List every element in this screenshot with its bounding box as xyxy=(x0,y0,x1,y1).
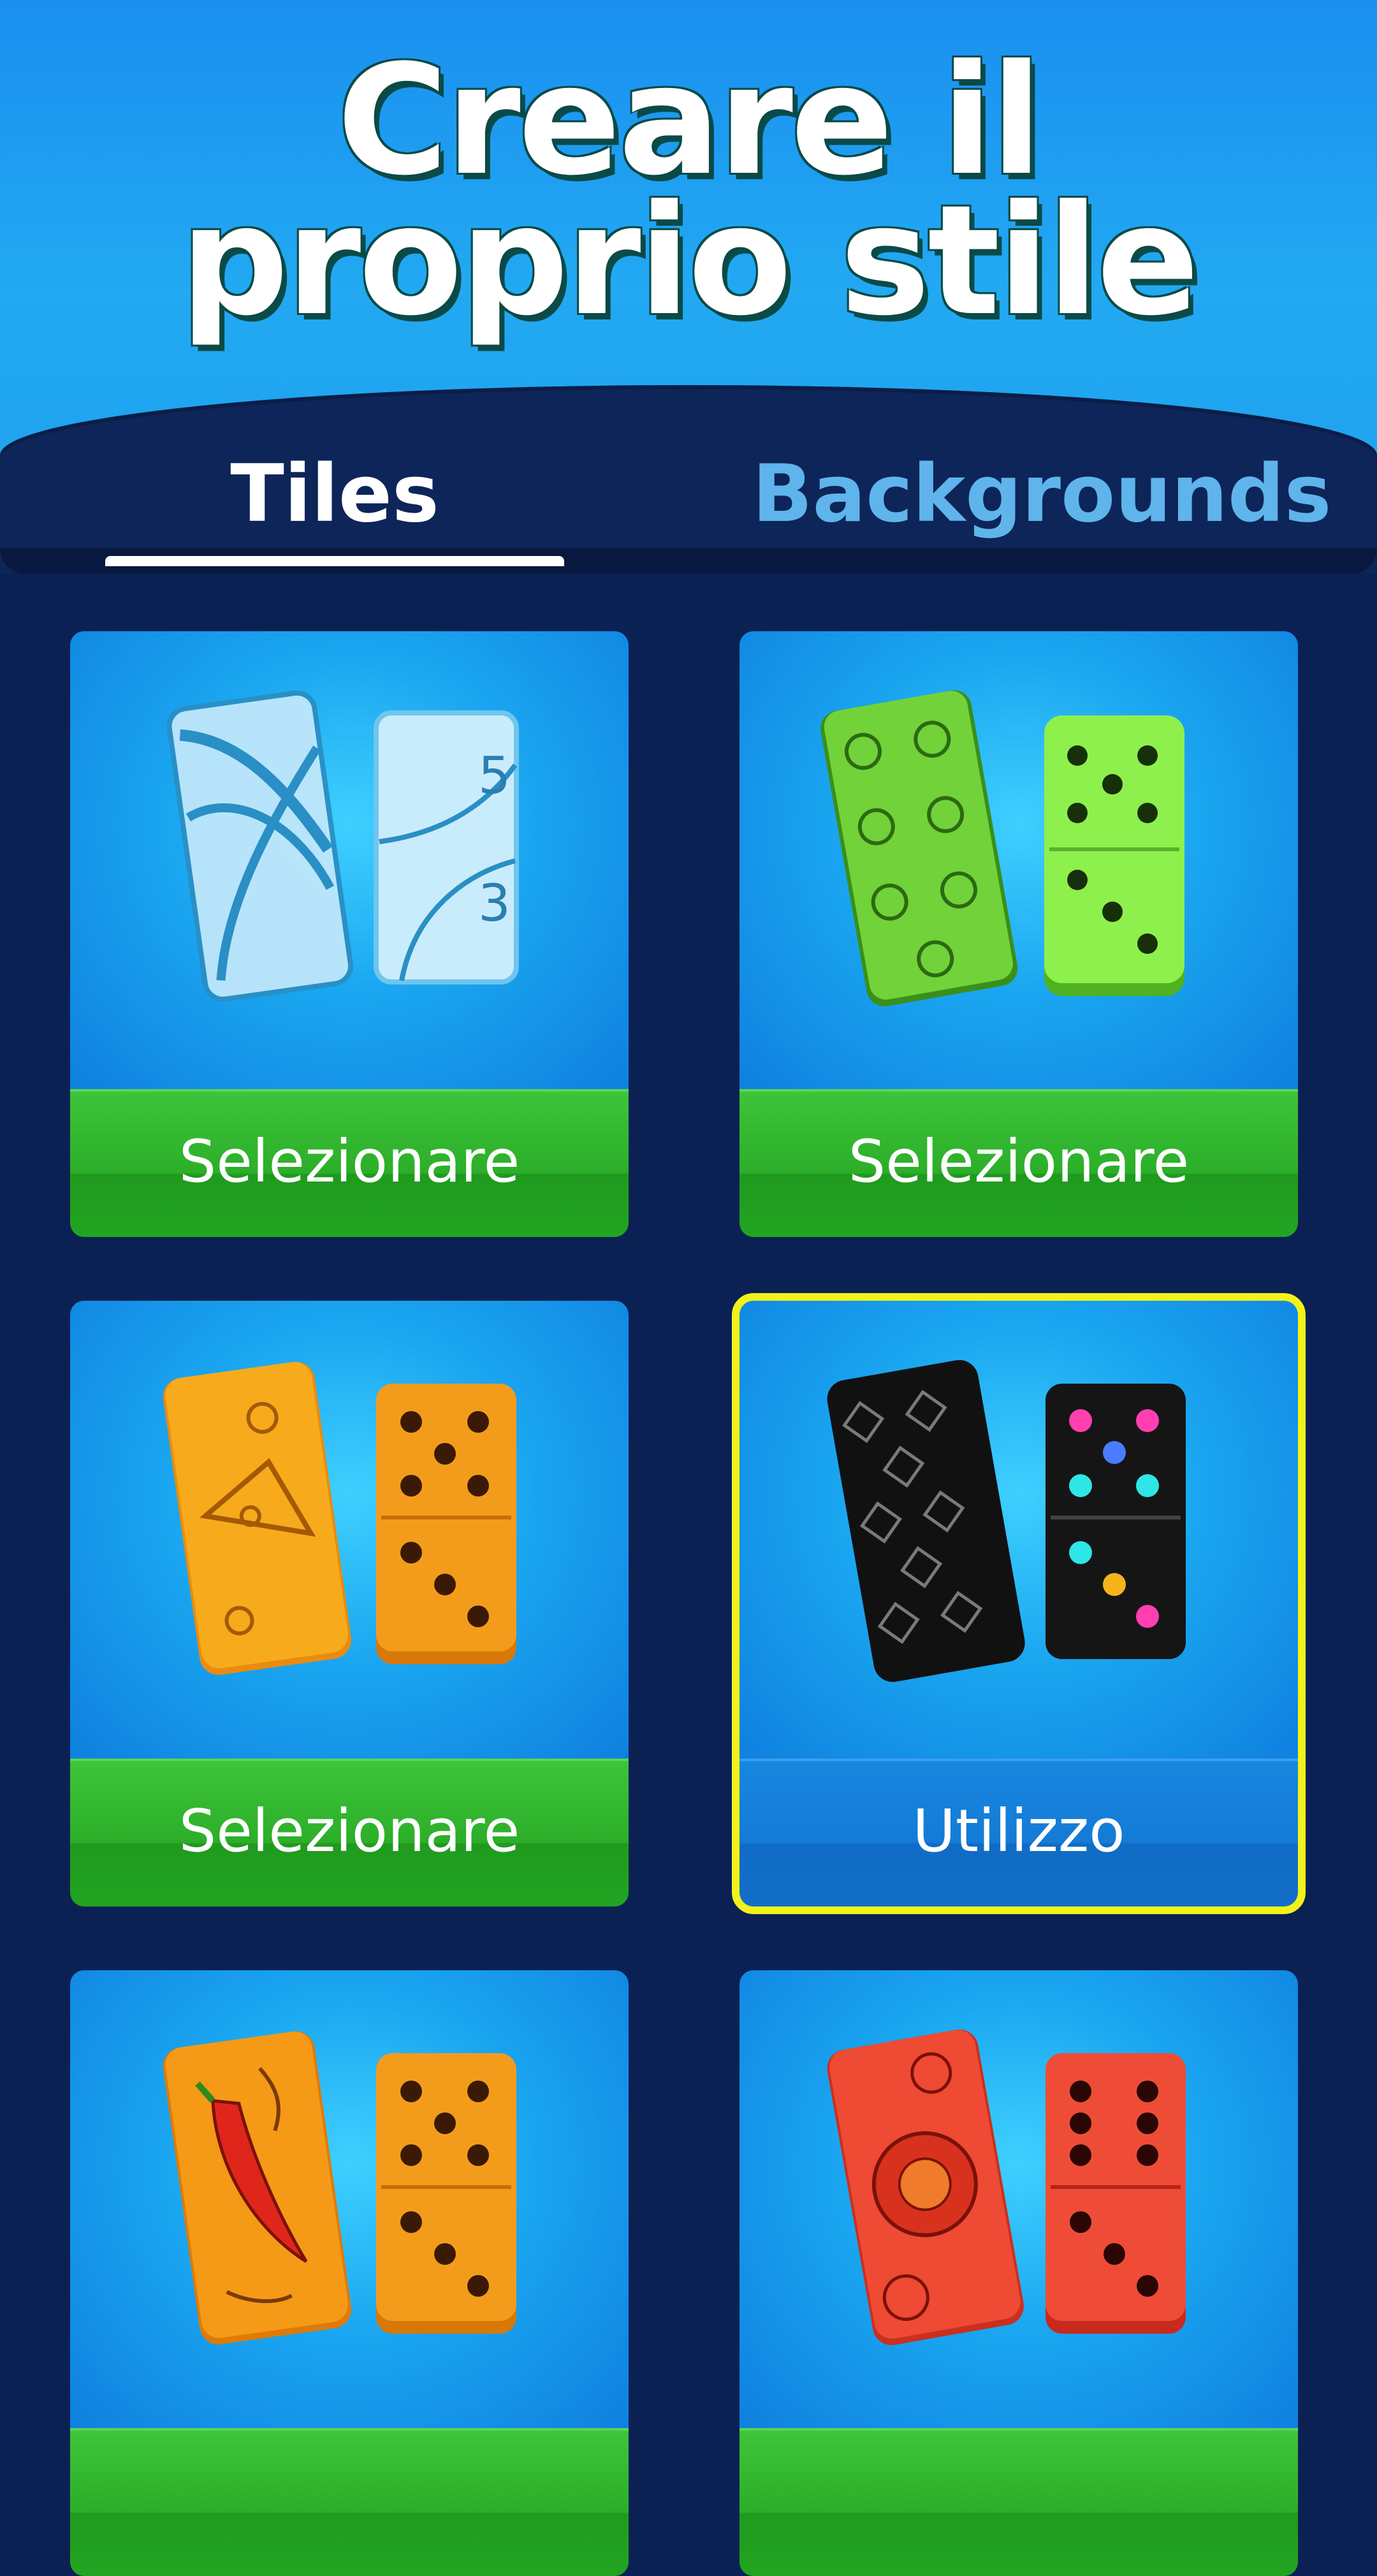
active-tab-indicator xyxy=(105,556,564,566)
tile-card-tomato[interactable] xyxy=(740,1970,1298,2576)
use-button[interactable]: Utilizzo xyxy=(740,1759,1298,1906)
pip-number-top: 5 xyxy=(478,746,511,805)
domino-chili-icon xyxy=(163,2031,516,2345)
tile-card-green[interactable]: Selezionare xyxy=(740,631,1298,1237)
tab-tiles[interactable]: Tiles xyxy=(102,446,567,542)
domino-black-icon xyxy=(827,1359,1186,1682)
title-line-2: proprio stile xyxy=(180,173,1200,349)
tab-backgrounds[interactable]: Backgrounds xyxy=(752,446,1331,542)
tile-card-classic-blue[interactable]: 5 3 Selezionare xyxy=(70,631,629,1237)
tile-card-cheese[interactable]: Selezionare xyxy=(70,1301,629,1906)
domino-cheese-icon xyxy=(163,1361,516,1675)
select-button[interactable] xyxy=(740,2428,1298,2576)
tile-card-chili[interactable] xyxy=(70,1970,629,2576)
select-button[interactable]: Selezionare xyxy=(70,1759,629,1906)
domino-classic-icon xyxy=(166,690,519,1002)
pip-number-bottom: 3 xyxy=(478,874,511,933)
tile-card-black-neon[interactable]: Utilizzo xyxy=(732,1293,1306,1914)
domino-tomato-icon xyxy=(827,2029,1186,2345)
select-button[interactable]: Selezionare xyxy=(740,1089,1298,1237)
domino-green-icon xyxy=(820,690,1184,1007)
select-button[interactable] xyxy=(70,2428,629,2576)
select-button[interactable]: Selezionare xyxy=(70,1089,629,1237)
